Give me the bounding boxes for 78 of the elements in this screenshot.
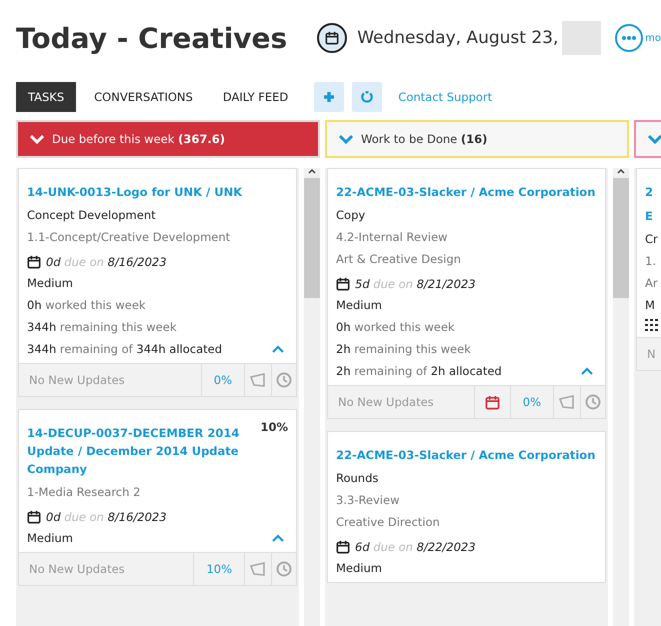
clock-icon[interactable] — [276, 372, 292, 388]
chevron-up-icon[interactable] — [617, 168, 625, 174]
task-detail: Ar — [645, 275, 658, 291]
hours-text: 0h worked this week — [27, 297, 146, 313]
task-title-link[interactable]: 2 — [645, 183, 654, 201]
calendar-icon — [484, 394, 500, 410]
scrollbar[interactable] — [304, 168, 320, 626]
calendar-icon — [325, 31, 340, 45]
task-title-link[interactable]: 14-DECUP-0037-DECEMBER 2014 Update / December 2014 Update Company — [27, 424, 254, 478]
chevron-down-icon[interactable] — [339, 134, 353, 144]
date-text: Wednesday, August 23, — [357, 28, 558, 48]
task-detail: Art & Creative Design — [336, 251, 461, 267]
task-detail: Rounds — [336, 470, 378, 486]
tag-icon[interactable] — [250, 562, 266, 576]
column-header[interactable]: Due before this week (367.6) — [16, 120, 320, 158]
priority-text: Medium — [27, 275, 73, 291]
task-detail: 4.2-Internal Review — [336, 229, 448, 245]
column-title: Due before this week (367.6) — [52, 132, 225, 146]
column-header[interactable]: Work to be Done (16) — [325, 120, 629, 158]
task-title-link[interactable]: 22-ACME-03-Slacker / Acme Corporation — [336, 446, 596, 464]
hours-text: 2h remaining of 2h allocated — [336, 363, 502, 379]
tab[interactable]: TASKS — [16, 82, 76, 112]
more-link[interactable]: mo — [645, 32, 661, 44]
tag-icon[interactable] — [250, 373, 266, 387]
ellipsis-icon — [622, 36, 636, 40]
updates-status: N — [646, 346, 657, 363]
clock-icon[interactable] — [585, 394, 601, 410]
add-button[interactable] — [314, 82, 344, 112]
blurred-region — [562, 21, 602, 55]
task-title-link[interactable]: 14-UNK-0013-Logo for UNK / UNK — [27, 183, 242, 201]
hours-text: 0h worked this week — [336, 319, 455, 335]
refresh-button[interactable] — [352, 82, 382, 112]
hours-text: 344h remaining this week — [27, 319, 176, 335]
task-title-link[interactable]: 22-ACME-03-Slacker / Acme Corporation — [336, 183, 596, 201]
contact-support-link[interactable]: Contact Support — [398, 90, 492, 104]
percent-complete: 0% — [522, 395, 541, 409]
chevron-down-icon[interactable] — [648, 134, 661, 144]
calendar-icon — [336, 277, 350, 291]
tab[interactable]: CONVERSATIONS — [82, 82, 205, 112]
calendar-icon — [27, 510, 41, 524]
task-title-link[interactable]: E — [645, 207, 653, 225]
task-detail: Creative Direction — [336, 514, 440, 530]
percent-complete: 0% — [214, 373, 232, 387]
task-detail: 1-Media Research 2 — [27, 484, 140, 500]
updates-status: No New Updates — [28, 561, 126, 578]
due-text: 0d due on 8/16/2023 — [46, 510, 167, 524]
task-detail: 1.1-Concept/Creative Development — [27, 229, 230, 245]
due-text: 6d due on 8/22/2023 — [355, 540, 476, 554]
task-detail: Concept Development — [27, 207, 156, 223]
column-title: Work to be Done (16) — [361, 132, 488, 146]
percent-complete: 10% — [206, 562, 232, 576]
updates-status: No New Updates — [337, 394, 435, 411]
clock-icon[interactable] — [276, 561, 292, 577]
priority-text: Medium — [336, 560, 382, 576]
calendar-icon — [27, 255, 41, 269]
due-text: 0d due on 8/16/2023 — [46, 255, 167, 269]
task-detail: 3.3-Review — [336, 492, 400, 508]
due-text: 5d due on 8/21/2023 — [355, 277, 476, 291]
priority-text: Medium — [336, 297, 382, 313]
page-title: Today - Creatives — [16, 22, 288, 54]
tag-icon[interactable] — [559, 395, 575, 409]
task-detail: 1. — [645, 253, 656, 269]
scrollbar[interactable] — [613, 168, 629, 626]
priority-text: M — [645, 297, 655, 313]
calendar-button[interactable] — [317, 23, 348, 53]
task-detail: Cr — [645, 231, 658, 247]
hours-text: 344h remaining of 344h allocated — [27, 341, 222, 357]
plus-icon — [323, 91, 336, 103]
more-button[interactable] — [615, 24, 644, 52]
task-detail: Copy — [336, 207, 366, 223]
progress-label: 10% — [260, 420, 288, 434]
hours-text: 2h remaining this week — [336, 341, 471, 357]
refresh-icon — [361, 91, 374, 103]
tab[interactable]: DAILY FEED — [210, 82, 300, 112]
calendar-icon — [336, 540, 350, 554]
chevron-up-icon[interactable] — [308, 168, 316, 174]
priority-text: Medium — [27, 530, 73, 546]
updates-status: No New Updates — [28, 372, 126, 389]
